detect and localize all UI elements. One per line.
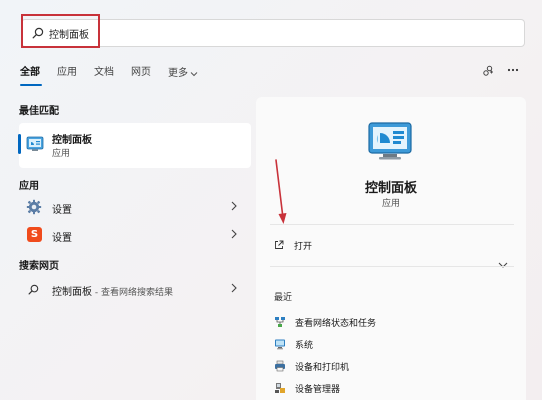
recent-heading: 最近 [274,293,293,303]
tab-documents[interactable]: 文档 [94,66,114,82]
app-result-label: 设置 [52,205,72,216]
search-highlight-box [21,14,100,48]
recent-item[interactable]: 查看网络状态和任务 [272,313,492,331]
chevron-down-icon [190,72,198,77]
preview-title: 控制面板 [364,181,417,196]
active-tab-indicator [20,84,42,86]
app-result-label: 设置 [52,233,72,244]
selection-indicator [18,134,21,154]
web-search-hint: 查看网络搜索结果 [100,288,173,298]
control-panel-icon [26,136,44,151]
app-result-settings[interactable]: 设置 [22,196,244,220]
web-search-separator: - [92,288,101,298]
divider [270,266,514,267]
tab-more[interactable]: 更多 [168,66,198,82]
printer-icon [275,360,285,372]
web-search-text: 控制面板 - 查看网络搜索结果 [52,283,173,298]
network-icon [275,317,285,327]
apps-heading: 应用 [19,181,39,192]
chevron-right-icon[interactable] [230,281,238,295]
chevron-right-icon[interactable] [230,199,238,213]
preview-subtitle: 应用 [381,199,400,209]
web-search-result[interactable]: 控制面板 - 查看网络搜索结果 [22,280,244,300]
tab-web[interactable]: 网页 [131,66,151,82]
filter-tabs: 全部 应用 文档 网页 更多 [20,66,215,82]
app-result-sogou-settings[interactable]: S 设置 [22,224,244,248]
web-search-query: 控制面板 [52,287,92,298]
more-options-icon[interactable] [506,63,520,77]
chevron-down-icon[interactable] [497,260,509,270]
recent-item[interactable]: 设备和打印机 [272,357,492,375]
recent-item-label: 设备和打印机 [295,363,350,373]
tab-more-label: 更多 [168,68,188,79]
gear-icon [26,199,42,215]
divider [270,224,514,225]
open-label: 打开 [294,242,313,252]
search-icon [28,284,39,295]
recent-item[interactable]: 设备管理器 [272,379,492,397]
control-panel-icon [368,122,412,160]
system-icon [275,339,285,350]
tab-all[interactable]: 全部 [20,66,40,82]
sogou-icon: S [27,227,42,242]
best-match-type: 应用 [52,149,71,159]
open-external-icon [275,240,284,249]
recent-item-label: 设备管理器 [295,385,341,395]
web-search-heading: 搜索网页 [19,261,59,272]
recent-item-label: 系统 [295,341,314,351]
open-action[interactable]: 打开 [272,236,472,254]
tab-apps[interactable]: 应用 [57,66,77,82]
recent-item-label: 查看网络状态和任务 [295,319,377,329]
best-match-name: 控制面板 [52,135,92,146]
annotation-arrow [275,159,287,224]
recent-item[interactable]: 系统 [272,335,492,353]
best-match-heading: 最佳匹配 [19,106,59,117]
chevron-right-icon[interactable] [230,227,238,241]
device-manager-icon [275,383,285,393]
account-switch-icon[interactable] [482,65,494,77]
